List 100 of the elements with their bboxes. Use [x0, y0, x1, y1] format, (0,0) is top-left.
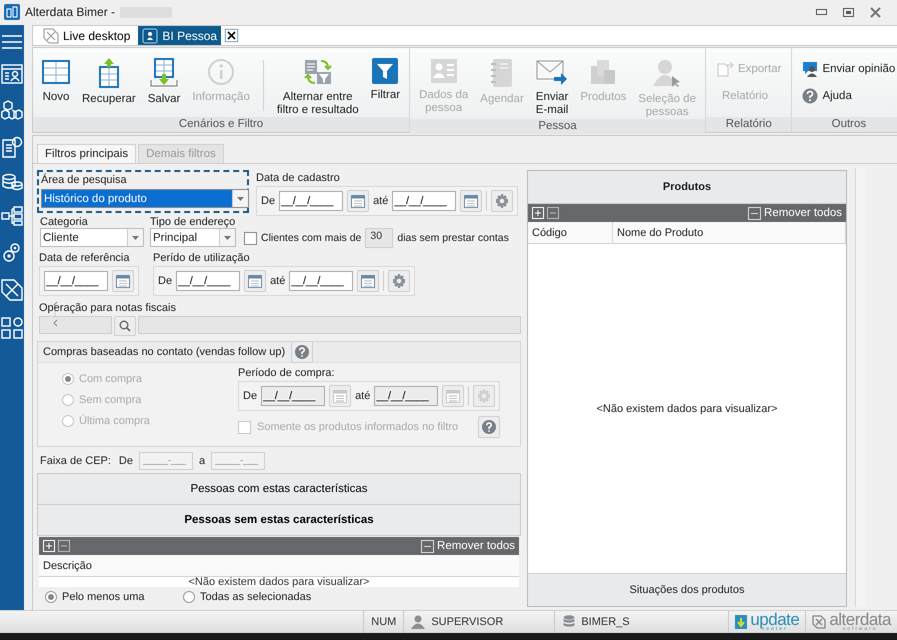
- document-icon[interactable]: [1, 136, 23, 158]
- column-header: Nome do Produto: [613, 222, 846, 243]
- status-text: BIMER_S: [581, 616, 630, 628]
- tab[interactable]: Filtros principais: [37, 144, 136, 163]
- gear-icon: [392, 274, 406, 288]
- column-header: Descrição: [42, 558, 93, 574]
- minimize-icon[interactable]: [816, 9, 827, 15]
- calendar-icon: [116, 274, 130, 288]
- group-label: Outros: [792, 117, 897, 132]
- date-field[interactable]: __/__/____: [279, 191, 344, 211]
- radio-label: Última compra: [79, 415, 150, 427]
- status-text: SUPERVISOR: [431, 616, 504, 628]
- panel-title: Produtos: [528, 171, 846, 204]
- user-icon: [411, 615, 426, 629]
- notebook-icon: [490, 58, 514, 88]
- dropdown[interactable]: Histórico do produto: [41, 189, 249, 208]
- caret-icon: [224, 236, 231, 240]
- toolbar-button[interactable]: Alternar entre filtro e resultado: [272, 52, 364, 117]
- menu-icon[interactable]: [2, 35, 22, 49]
- coins-icon[interactable]: [1, 173, 23, 191]
- column-header: Código: [528, 222, 613, 243]
- radio-label: Pelo menos uma: [62, 591, 145, 603]
- collapse-icon[interactable]: [547, 207, 559, 219]
- toolbar-button[interactable]: Salvar: [142, 52, 186, 117]
- field-label: até: [373, 195, 388, 207]
- calendar-button[interactable]: [244, 270, 266, 292]
- calendar-button[interactable]: [112, 270, 134, 292]
- field-label: até: [355, 390, 370, 402]
- minus-box-icon: [748, 206, 762, 220]
- search-icon: [119, 320, 131, 332]
- maximize-icon[interactable]: [843, 8, 854, 16]
- input-field[interactable]: [39, 316, 112, 334]
- hierarchy-icon[interactable]: [1, 206, 23, 226]
- logo-text: alterdata: [829, 612, 891, 626]
- logo-text: update: [750, 612, 800, 626]
- scrollbar[interactable]: [855, 168, 866, 607]
- toolbar-button[interactable]: Novo: [37, 52, 75, 117]
- calendar-icon: [446, 390, 460, 402]
- expand-icon[interactable]: [43, 540, 55, 552]
- update-logo-icon[interactable]: [735, 615, 748, 629]
- field-label: Data de referência: [39, 252, 130, 264]
- calendar-button[interactable]: [357, 270, 380, 292]
- person-cursor-icon: [652, 58, 682, 88]
- calendar-icon: [361, 274, 376, 288]
- remove-all-button[interactable]: Remover todos: [421, 540, 515, 552]
- gear-icon: [495, 194, 510, 208]
- toolbar-button[interactable]: Filtrar: [366, 52, 406, 117]
- calendar-icon: [333, 390, 348, 402]
- date-field[interactable]: __/__/____: [392, 191, 456, 211]
- expand-icon[interactable]: [532, 207, 544, 219]
- section-title: Compras baseadas no contato (vendas follow up): [43, 346, 286, 358]
- group-label: Cenários e Filtro: [33, 117, 410, 132]
- close-icon[interactable]: [225, 29, 238, 42]
- radio-label: Com compra: [79, 373, 142, 385]
- field-label: De: [243, 390, 258, 402]
- radio-button[interactable]: [45, 591, 57, 603]
- field-label: Faixa de CEP:: [40, 455, 111, 467]
- minus-box-icon: [421, 540, 434, 552]
- date-field[interactable]: __/__/____: [176, 271, 240, 291]
- number-field[interactable]: 30: [365, 228, 394, 248]
- search-button[interactable]: [114, 316, 136, 336]
- section-button[interactable]: Pessoas com estas características: [37, 473, 521, 505]
- date-field[interactable]: __/__/____: [44, 271, 108, 291]
- field-label: Perído de utilização: [153, 252, 251, 264]
- help-icon: [802, 88, 818, 104]
- gear-icon: [477, 389, 492, 403]
- info-icon: [207, 58, 236, 86]
- settings-button[interactable]: [491, 190, 514, 212]
- field-label: dias sem prestar contas: [397, 232, 509, 244]
- empty-message: <Não existem dados para visualizar>: [596, 402, 778, 414]
- panel-footer: Situações dos produtos: [528, 573, 846, 606]
- field-label: De: [158, 275, 172, 287]
- database-icon: [563, 615, 576, 629]
- dropdown[interactable]: Cliente: [40, 228, 144, 247]
- radio-button[interactable]: [183, 591, 195, 603]
- field-label: De: [118, 455, 133, 467]
- alterdata-logo-icon[interactable]: [812, 615, 826, 629]
- calendar-button[interactable]: [460, 190, 482, 212]
- document-tab[interactable]: Live desktop: [39, 26, 134, 45]
- toolbar-button[interactable]: Ajuda: [802, 87, 896, 104]
- section-button[interactable]: Pessoas sem estas características: [37, 504, 521, 536]
- cross-logo-icon[interactable]: [0, 278, 24, 302]
- calendar-button[interactable]: [347, 190, 370, 212]
- tiles-icon[interactable]: [1, 317, 23, 339]
- checkbox-label: Somente os produtos informados no filtro: [257, 421, 458, 433]
- window-title: Alterdata Bimer -: [25, 5, 116, 19]
- dropdown[interactable]: Principal: [150, 228, 236, 247]
- feedback-icon: [802, 60, 818, 76]
- document-tab[interactable]: BI Pessoa: [138, 26, 222, 45]
- toolbar-button[interactable]: Enviar E-mail: [530, 52, 574, 119]
- collapse-icon[interactable]: [58, 540, 70, 552]
- settings-button[interactable]: [388, 270, 410, 292]
- input-field[interactable]: [138, 316, 521, 334]
- person-icon: [142, 28, 158, 44]
- contact-card-icon[interactable]: [1, 64, 23, 84]
- date-field[interactable]: __/__/____: [289, 271, 354, 291]
- toolbar-button[interactable]: Recuperar: [77, 52, 141, 117]
- checkbox[interactable]: [244, 232, 257, 244]
- caret-icon: [237, 196, 244, 200]
- toolbar-button[interactable]: Enviar opinião: [802, 60, 896, 77]
